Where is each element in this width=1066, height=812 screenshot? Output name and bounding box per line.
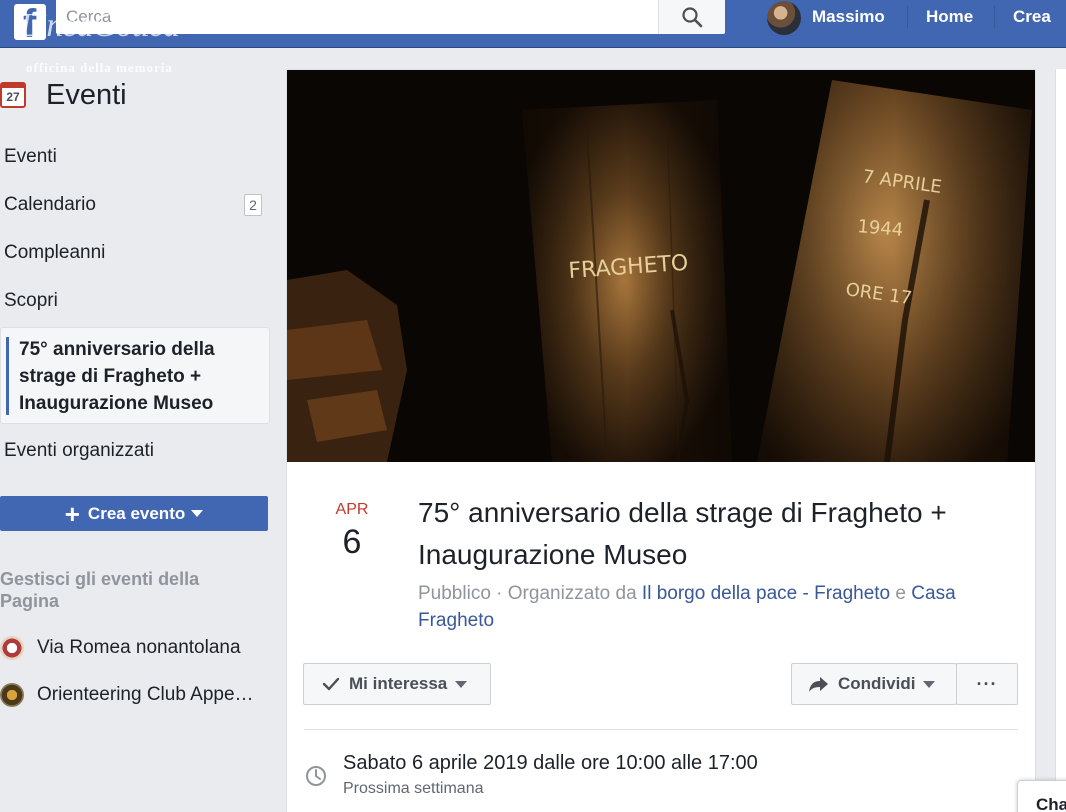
page-item-orienteering[interactable]: Orienteering Club Appe…: [0, 683, 254, 707]
sidebar-item-current-event-label: 75° anniversario della strage di Fraghet…: [19, 339, 215, 414]
event-title: 75° anniversario della strage di Fraghet…: [418, 497, 947, 570]
profile-link[interactable]: Massimo: [812, 6, 885, 28]
calendar-icon: 27: [0, 82, 26, 108]
sidebar-item-birthdays[interactable]: Compleanni: [4, 241, 105, 265]
plus-icon: +: [64, 498, 80, 529]
more-options-button[interactable]: ···: [956, 663, 1018, 705]
page-avatar: [0, 636, 24, 660]
chevron-down-icon: [191, 510, 204, 517]
user-avatar[interactable]: [767, 1, 801, 35]
event-date-month: APR: [335, 501, 369, 518]
event-date-day: 6: [342, 523, 362, 561]
sidebar-item-discover[interactable]: Scopri: [4, 289, 58, 313]
conjunction-text: e: [895, 583, 906, 604]
home-link[interactable]: Home: [926, 6, 973, 28]
chat-tab[interactable]: Chat: [1017, 780, 1066, 812]
more-icon: ···: [976, 673, 998, 694]
chevron-down-icon: [923, 680, 936, 688]
event-datetime-relative: Prossima settimana: [343, 780, 484, 797]
share-icon: [809, 677, 828, 692]
event-datetime: Sabato 6 aprile 2019 dalle ore 10:00 all…: [343, 752, 758, 774]
organizer-link[interactable]: Il borgo della pace - Fragheto: [642, 583, 890, 604]
page-item-via-romea[interactable]: Via Romea nonantolana: [0, 636, 241, 660]
search-icon: [682, 7, 703, 28]
events-title: Eventi: [46, 78, 127, 111]
cover-text-year: 1944: [857, 216, 904, 241]
chevron-down-icon: [455, 680, 468, 688]
event-cover-photo[interactable]: FRAGHETO 7 APRILE 1944 ORE 17: [287, 70, 1035, 462]
search-button[interactable]: [658, 0, 725, 34]
events-header: 27 Eventi: [0, 78, 127, 112]
sidebar-item-hosted-events[interactable]: Eventi organizzati: [4, 439, 154, 463]
facebook-logo[interactable]: f: [14, 4, 46, 40]
top-navigation-bar: f Massimo Home Crea: [0, 0, 1066, 48]
event-privacy: Pubblico: [418, 583, 491, 604]
sidebar-item-events[interactable]: Eventi: [4, 145, 57, 169]
right-column: [1055, 69, 1066, 812]
clock-icon: [306, 766, 326, 786]
share-button[interactable]: Condividi: [791, 663, 957, 705]
interested-button[interactable]: Mi interessa: [303, 663, 491, 705]
create-link[interactable]: Crea: [1013, 6, 1051, 28]
nav-divider: [994, 6, 995, 28]
calendar-count-badge: 2: [244, 194, 262, 216]
check-icon: [322, 677, 340, 691]
create-event-button[interactable]: + Crea evento: [0, 496, 268, 531]
event-meta: Pubblico · Organizzato da Il borgo della…: [418, 580, 1008, 634]
divider: [304, 729, 1018, 730]
page-avatar: [0, 683, 24, 707]
search-input[interactable]: [56, 0, 658, 34]
manage-page-events-heading: Gestisci gli eventi della Pagina: [0, 569, 200, 611]
organized-by-label: · Organizzato da: [496, 583, 637, 604]
nav-divider: [907, 6, 908, 28]
sidebar-item-calendar[interactable]: Calendario: [4, 193, 96, 217]
cover-image: FRAGHETO 7 APRILE 1944 ORE 17: [287, 70, 1035, 462]
active-indicator: [6, 337, 9, 415]
